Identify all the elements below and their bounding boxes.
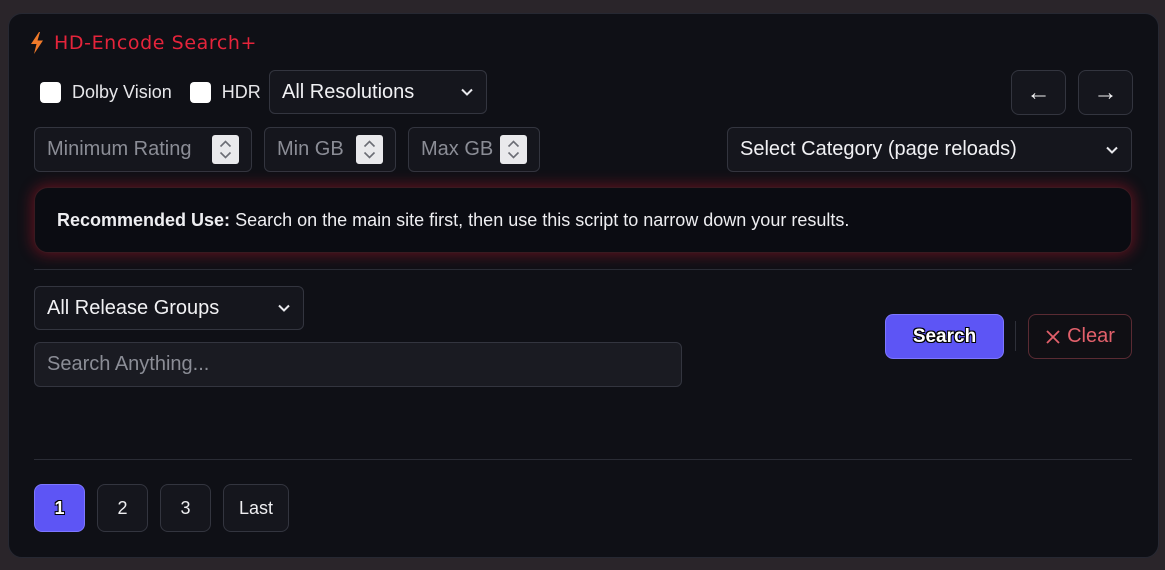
min-gb-placeholder: Min GB (277, 138, 344, 160)
notice-label: Recommended Use: (57, 209, 231, 230)
panel-header: HD-Encode Search+ (30, 32, 257, 54)
dolby-vision-label: Dolby Vision (72, 81, 172, 102)
dolby-vision-checkbox[interactable] (40, 81, 61, 103)
close-icon (1046, 329, 1060, 344)
chevron-down-icon (461, 88, 473, 96)
next-page-button[interactable]: → (1078, 70, 1133, 115)
hdr-label: HDR (221, 81, 261, 102)
lightning-bolt-icon (31, 32, 43, 54)
chevron-up-icon (219, 140, 232, 148)
category-select[interactable]: Select Category (page reloads) (727, 127, 1132, 172)
min-rating-spinner[interactable] (212, 135, 239, 164)
divider (34, 459, 1132, 460)
release-group-select-value: All Release Groups (47, 296, 220, 319)
page-button-3[interactable]: 3 (160, 484, 211, 532)
page-button-2[interactable]: 2 (97, 484, 148, 532)
divider (34, 269, 1132, 270)
recommended-use-notice: Recommended Use: Search on the main site… (34, 187, 1132, 253)
chevron-up-icon (363, 140, 376, 148)
min-rating-input[interactable]: Minimum Rating (34, 127, 252, 172)
min-gb-spinner[interactable] (356, 135, 383, 164)
clear-button[interactable]: Clear (1028, 314, 1132, 359)
search-button[interactable]: Search (885, 314, 1004, 359)
app-title: HD-Encode Search+ (54, 32, 258, 54)
checkbox-row: Dolby Vision HDR (40, 70, 261, 114)
page-number: 3 (180, 497, 191, 518)
min-gb-input[interactable]: Min GB (264, 127, 396, 172)
search-button-label: Search (912, 325, 977, 347)
arrow-left-icon: ← (1026, 78, 1051, 106)
hdr-checkbox[interactable] (189, 81, 211, 103)
release-group-select[interactable]: All Release Groups (34, 286, 304, 330)
min-rating-placeholder: Minimum Rating (47, 138, 192, 160)
chevron-up-icon (507, 140, 520, 148)
chevron-down-icon (1106, 146, 1118, 154)
page-button-1[interactable]: 1 (34, 484, 85, 532)
button-separator (1015, 321, 1016, 351)
category-select-value: Select Category (page reloads) (740, 138, 1017, 160)
clear-button-label: Clear (1067, 325, 1115, 347)
page-number: 2 (117, 497, 128, 518)
arrow-right-icon: → (1093, 78, 1118, 106)
resolution-select[interactable]: All Resolutions (269, 70, 487, 114)
max-gb-spinner[interactable] (500, 135, 527, 164)
last-page-button[interactable]: Last (223, 484, 289, 532)
last-page-label: Last (238, 497, 274, 518)
resolution-select-value: All Resolutions (282, 80, 415, 103)
chevron-down-icon (363, 151, 376, 159)
chevron-down-icon (507, 151, 520, 159)
chevron-down-icon (219, 151, 232, 159)
search-placeholder: Search Anything... (47, 353, 210, 375)
search-input[interactable]: Search Anything... (34, 342, 682, 387)
max-gb-input[interactable]: Max GB (408, 127, 540, 172)
page-number: 1 (54, 497, 65, 518)
prev-page-button[interactable]: ← (1011, 70, 1066, 115)
chevron-down-icon (278, 304, 290, 312)
max-gb-placeholder: Max GB (421, 138, 494, 160)
notice-text: Search on the main site first, then use … (235, 209, 850, 230)
